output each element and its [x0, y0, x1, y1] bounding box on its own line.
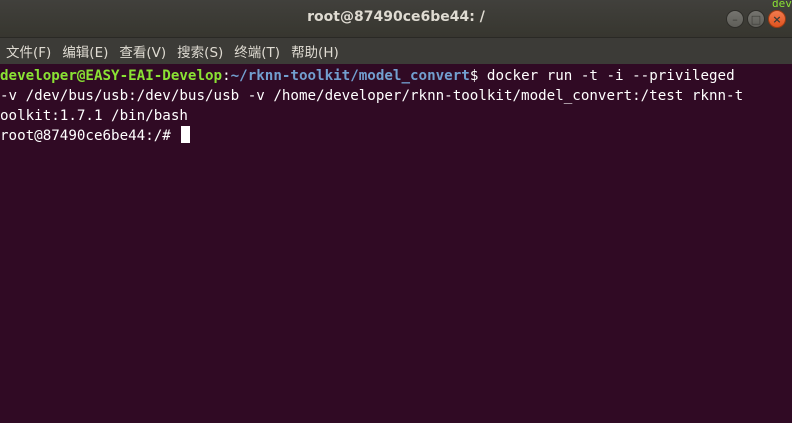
maximize-button[interactable]: □	[747, 10, 765, 28]
command-text-3: oolkit:1.7.1 /bin/bash	[0, 108, 188, 124]
prompt-symbol: $	[469, 68, 487, 84]
terminal-line-1: developer@EASY-EAI-Develop:~/rknn-toolki…	[0, 66, 792, 86]
prompt-colon: :	[222, 68, 231, 84]
minimize-button[interactable]: –	[726, 10, 744, 28]
menu-search[interactable]: 搜索(S)	[171, 41, 228, 61]
menu-file[interactable]: 文件(F)	[0, 41, 56, 61]
maximize-icon: □	[750, 12, 762, 26]
menu-terminal[interactable]: 终端(T)	[228, 41, 285, 61]
menu-bar: 文件(F) 编辑(E) 查看(V) 搜索(S) 终端(T) 帮助(H)	[0, 38, 792, 64]
terminal-line-2: -v /dev/bus/usb:/dev/bus/usb -v /home/de…	[0, 86, 792, 106]
menu-view[interactable]: 查看(V)	[113, 41, 171, 61]
menu-edit[interactable]: 编辑(E)	[56, 41, 113, 61]
close-button[interactable]: ×	[768, 10, 786, 28]
menu-help[interactable]: 帮助(H)	[285, 41, 344, 61]
terminal-line-4: root@87490ce6be44:/#	[0, 126, 792, 146]
terminal-line-3: oolkit:1.7.1 /bin/bash	[0, 106, 792, 126]
terminal-window: root@87490ce6be44: / dev – □ × 文件(F) 编辑(…	[0, 0, 792, 423]
close-icon: ×	[772, 12, 782, 26]
title-bar[interactable]: root@87490ce6be44: / dev – □ ×	[0, 0, 792, 38]
prompt-user-host: developer@EASY-EAI-Develop	[0, 68, 223, 84]
background-window-peek: dev	[772, 0, 792, 9]
terminal-output[interactable]: developer@EASY-EAI-Develop:~/rknn-toolki…	[0, 64, 792, 423]
command-text-1: docker run -t -i --privileged	[486, 68, 735, 84]
command-text-2: -v /dev/bus/usb:/dev/bus/usb -v /home/de…	[0, 88, 744, 104]
root-prompt: root@87490ce6be44:/#	[0, 128, 180, 144]
window-controls: – □ ×	[726, 10, 786, 28]
minimize-icon: –	[732, 12, 738, 26]
prompt-path: ~/rknn-toolkit/model_convert	[230, 68, 470, 84]
window-title: root@87490ce6be44: /	[307, 9, 485, 25]
text-cursor	[181, 126, 191, 143]
